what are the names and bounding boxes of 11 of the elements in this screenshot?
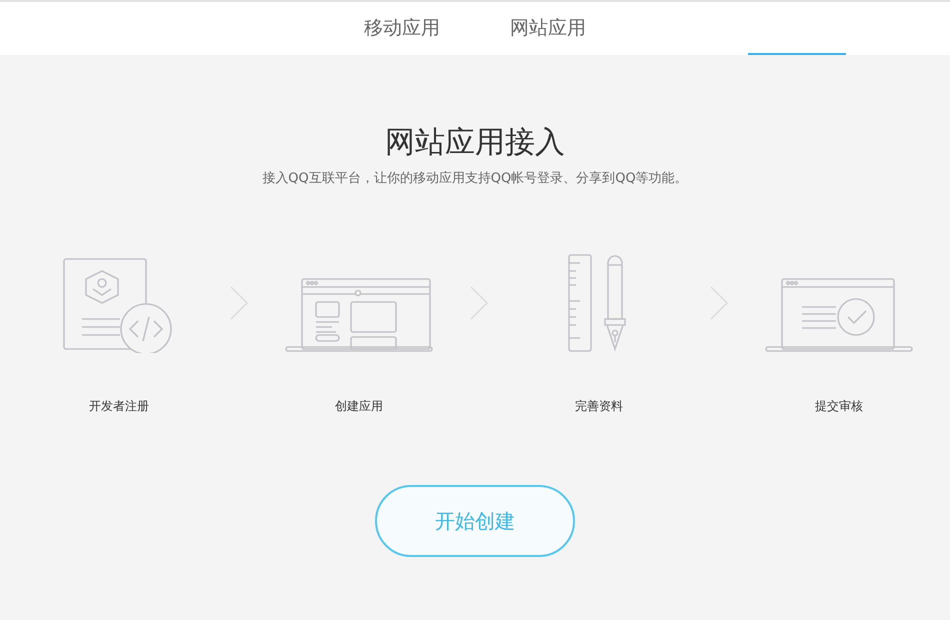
step-label: 完善资料: [575, 398, 623, 414]
subtitle: 接入QQ互联平台，让你的移动应用支持QQ帐号登录、分享到QQ等功能。: [261, 170, 689, 188]
page-heading: 网站应用接入: [384, 125, 566, 161]
chevron-icon: [709, 284, 729, 320]
chevron-icon: [229, 284, 249, 320]
tab[interactable]: 网站应用: [510, 2, 586, 55]
step-label: 提交审核: [815, 398, 863, 414]
step-label: 开发者注册: [89, 398, 149, 414]
chevron-icon: [469, 284, 489, 320]
tab[interactable]: 移动应用: [364, 2, 440, 55]
step-label: 创建应用: [335, 398, 383, 414]
